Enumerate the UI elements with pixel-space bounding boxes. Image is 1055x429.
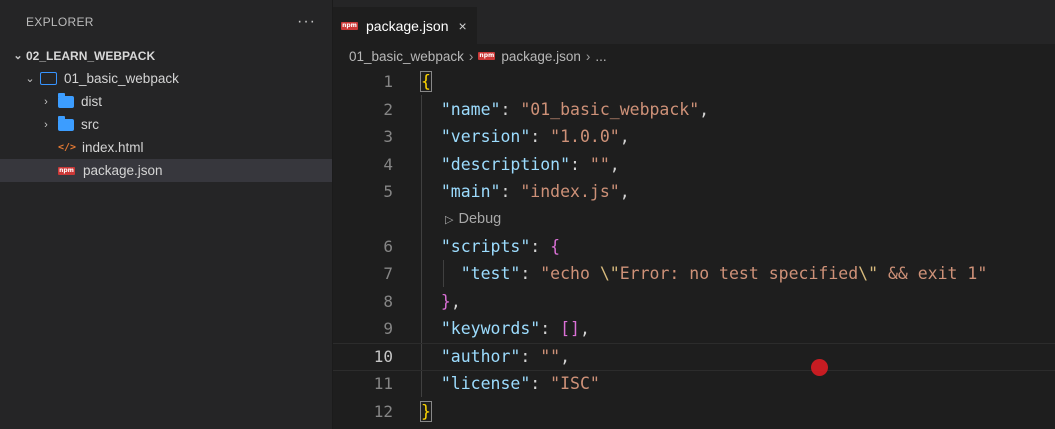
code-editor[interactable]: 1 { 2 "name": "01_basic_webpack", 3 "ver… — [333, 68, 1055, 425]
explorer-header: EXPLORER ··· — [0, 0, 332, 44]
folder-icon — [58, 92, 74, 108]
line-number: 8 — [383, 291, 393, 311]
editor-area: npm package.json × 01_basic_webpack › np… — [333, 0, 1055, 429]
explorer-title: EXPLORER — [26, 15, 94, 29]
code-line: 7 "test": "echo \"Error: no test specifi… — [333, 260, 1055, 288]
html-file-icon: </> — [58, 142, 77, 153]
folder-icon — [58, 115, 74, 131]
folder-open-icon — [40, 72, 57, 85]
json-key: "keywords" — [440, 319, 541, 339]
tree-item-project-folder[interactable]: ⌄ 01_basic_webpack — [0, 67, 332, 90]
workspace-root[interactable]: ⌄ 02_LEARN_WEBPACK — [0, 44, 332, 67]
json-key: "description" — [440, 154, 571, 174]
chevron-right-icon: › — [585, 48, 591, 64]
open-brace: { — [550, 236, 561, 256]
tree-item-label: index.html — [82, 140, 144, 155]
line-number: 12 — [373, 401, 393, 421]
json-value: "ISC" — [550, 374, 600, 394]
json-key: "scripts" — [440, 236, 531, 256]
json-key: "test" — [460, 264, 521, 284]
json-key: "name" — [440, 99, 501, 119]
code-line: 3 "version": "1.0.0", — [333, 123, 1055, 151]
npm-icon: npm — [341, 22, 358, 30]
tree-item-index-html[interactable]: </> index.html — [0, 136, 332, 159]
json-key: "main" — [440, 182, 501, 202]
code-line: 12 } — [333, 398, 1055, 426]
json-value-end: && exit 1" — [878, 264, 988, 284]
chevron-right-icon: › — [468, 48, 474, 64]
workspace-root-label: 02_LEARN_WEBPACK — [26, 48, 156, 63]
code-line-current: 10 "author": "", — [333, 342, 1055, 371]
code-line: 9 "keywords": [], — [333, 315, 1055, 343]
line-number: 4 — [383, 154, 393, 174]
close-icon[interactable]: × — [459, 18, 467, 34]
line-number: 6 — [383, 236, 393, 256]
code-line: 11 "license": "ISC" — [333, 370, 1055, 398]
code-line: 2 "name": "01_basic_webpack", — [333, 96, 1055, 124]
json-value-start: "echo — [540, 264, 600, 284]
chevron-right-icon: › — [44, 118, 48, 131]
tree-item-dist[interactable]: › dist — [0, 90, 332, 113]
line-number: 3 — [383, 127, 393, 147]
json-key: "license" — [440, 374, 531, 394]
chevron-right-icon: › — [44, 95, 48, 108]
breadcrumb-file[interactable]: package.json — [501, 49, 581, 64]
json-value: "01_basic_webpack" — [520, 99, 700, 119]
breadcrumb-folder[interactable]: 01_basic_webpack — [349, 49, 464, 64]
code-line: 1 { — [333, 68, 1055, 96]
json-key: "author" — [440, 346, 521, 366]
pointer-indicator — [811, 359, 828, 376]
line-number: 11 — [373, 374, 393, 394]
open-brace: { — [420, 71, 432, 93]
json-value: "" — [589, 154, 610, 174]
tab-label: package.json — [366, 18, 449, 34]
line-number: 2 — [383, 99, 393, 119]
code-line: 8 }, — [333, 288, 1055, 316]
tree-item-package-json[interactable]: npm package.json — [0, 159, 332, 182]
code-line: 5 "main": "index.js", — [333, 178, 1055, 206]
npm-icon: npm — [478, 52, 496, 60]
line-number: 7 — [383, 264, 393, 284]
json-value: "1.0.0" — [550, 127, 620, 147]
close-brace: } — [440, 291, 451, 311]
tab-package-json[interactable]: npm package.json × — [333, 7, 477, 44]
tree-item-label: dist — [81, 94, 103, 109]
play-icon: ▷ — [445, 213, 454, 226]
debug-label: Debug — [458, 211, 502, 227]
npm-icon: npm — [58, 166, 75, 175]
json-key: "version" — [440, 127, 531, 147]
explorer-sidebar: EXPLORER ··· ⌄ 02_LEARN_WEBPACK ⌄ 01_bas… — [0, 0, 333, 429]
breadcrumb-symbols[interactable]: ... — [595, 49, 606, 64]
json-value: "index.js" — [520, 182, 620, 202]
code-line: 6 "scripts": { — [333, 233, 1055, 261]
close-brace: } — [420, 400, 432, 422]
line-number: 9 — [383, 319, 393, 339]
tree-item-label: 01_basic_webpack — [64, 71, 179, 86]
tab-bar: npm package.json × — [333, 0, 1055, 44]
escape-sequence: \" — [599, 264, 620, 284]
line-number: 1 — [383, 72, 393, 92]
tree-item-label: src — [81, 117, 99, 132]
escape-sequence: \" — [858, 264, 879, 284]
json-value: [] — [560, 319, 580, 339]
debug-codelens[interactable]: ▷ Debug — [333, 206, 1055, 233]
tree-item-label: package.json — [83, 163, 163, 178]
code-line: 4 "description": "", — [333, 151, 1055, 179]
chevron-down-icon: ⌄ — [25, 73, 35, 85]
tree-item-src[interactable]: › src — [0, 113, 332, 136]
json-value-middle: Error: no test specified — [619, 264, 859, 284]
more-actions-icon[interactable]: ··· — [297, 13, 316, 31]
json-value: "" — [540, 346, 561, 366]
line-number: 5 — [383, 182, 393, 202]
breadcrumb: 01_basic_webpack › npm package.json › ..… — [333, 44, 1055, 68]
chevron-down-icon: ⌄ — [13, 50, 23, 62]
